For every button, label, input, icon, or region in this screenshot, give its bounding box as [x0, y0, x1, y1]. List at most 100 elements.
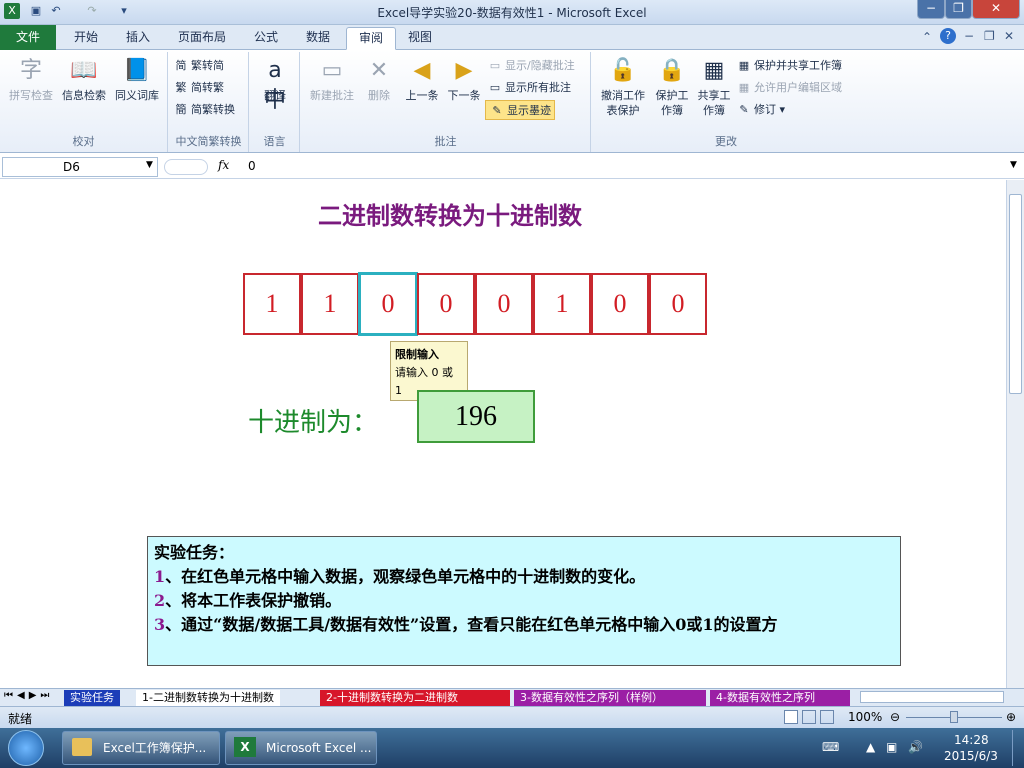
convert-button[interactable]: 簡简繁转换: [173, 100, 236, 120]
translate-button[interactable]: a中 翻译: [254, 56, 296, 113]
name-box[interactable]: D6: [2, 157, 158, 177]
status-bar: 就绪 100% ⊖ ⊕: [0, 706, 1024, 728]
window-title: Excel导学实验20-数据有效性1 - Microsoft Excel: [377, 6, 647, 20]
zoom-level[interactable]: 100%: [848, 710, 882, 724]
tab-data[interactable]: 数据: [294, 27, 342, 50]
delete-comment-button[interactable]: ✕ 删除: [361, 56, 397, 103]
task-item: 2、将本工作表保护撤销。: [154, 591, 342, 610]
sheet-tab[interactable]: 3-数据有效性之序列（样例）: [514, 690, 706, 706]
group-proofing: 字拼写检查 📖 信息检索 📘 同义词库 校对: [0, 52, 168, 152]
tab-home[interactable]: 开始: [62, 27, 110, 50]
doc-restore-icon[interactable]: ❐: [984, 29, 995, 43]
track-changes-icon: ✎: [739, 103, 749, 116]
tooltip-line: 请输入 0 或: [395, 366, 453, 379]
tab-formulas[interactable]: 公式: [242, 27, 290, 50]
task-title: 实验任务：: [154, 543, 235, 562]
minimize-button[interactable]: −: [917, 0, 945, 19]
page-break-view-icon[interactable]: [820, 710, 834, 724]
allow-edit-ranges-button[interactable]: ▦ 允许用户编辑区域: [736, 78, 842, 98]
sheet-tab[interactable]: 2-十进制数转换为二进制数: [320, 690, 510, 706]
previous-comment-icon: ◀: [413, 58, 431, 83]
next-comment-button[interactable]: ▶ 下一条: [443, 56, 485, 103]
zoom-out-icon[interactable]: ⊖: [890, 710, 900, 724]
close-button[interactable]: ✕: [972, 0, 1020, 19]
sheet-tab-active[interactable]: 1-二进制数转换为十进制数: [136, 690, 280, 706]
group-label: 中文简繁转换: [175, 135, 242, 148]
task-item: 3、通过“数据/数据工具/数据有效性”设置，查看只能在红色单元格中输入0或1的设…: [154, 615, 778, 634]
protect-workbook-icon: 🔒: [658, 58, 686, 83]
protect-workbook-button[interactable]: 🔒 保护工作簿: [652, 56, 692, 118]
bit-cell[interactable]: 0: [475, 273, 533, 335]
bit-cell-selected[interactable]: 0: [358, 272, 418, 336]
tooltip-line: 1: [395, 384, 402, 397]
expand-formula-icon[interactable]: ▼: [1010, 160, 1017, 170]
unprotect-sheet-icon: 🔓: [609, 58, 637, 83]
zoom-slider-thumb[interactable]: [950, 711, 958, 723]
restore-button[interactable]: ❐: [945, 0, 972, 19]
new-comment-button[interactable]: ▭ 新建批注: [305, 56, 359, 103]
sheet-tab[interactable]: 实验任务: [64, 690, 120, 706]
ribbon-tabs: 文件 开始 插入 页面布局 公式 数据 审阅 视图 ⌃ ? − ❐ ✕: [0, 25, 1024, 50]
start-button[interactable]: [8, 730, 44, 766]
track-changes-button[interactable]: ✎ 修订 ▾: [736, 100, 785, 120]
doc-close-icon[interactable]: ✕: [1004, 29, 1014, 43]
bit-cell[interactable]: 0: [591, 273, 649, 335]
windows-taskbar: Excel工作簿保护... Microsoft Excel ... X ⌨ ▲ …: [0, 728, 1024, 768]
doc-minimize-icon[interactable]: −: [964, 29, 974, 43]
show-hidden-icons[interactable]: ▲: [866, 740, 875, 754]
previous-comment-button[interactable]: ◀ 上一条: [401, 56, 443, 103]
sheet-tab[interactable]: 4-数据有效性之序列: [710, 690, 850, 706]
bit-cell[interactable]: 1: [301, 273, 359, 335]
network-icon[interactable]: ▣: [886, 740, 897, 754]
horizontal-scrollbar[interactable]: [860, 691, 1004, 703]
group-label: 更改: [715, 135, 737, 148]
protect-share-button[interactable]: ▦ 保护并共享工作簿: [736, 56, 842, 76]
show-desktop-button[interactable]: [1012, 730, 1022, 766]
bit-cell[interactable]: 1: [533, 273, 591, 335]
group-language: a中 翻译 语言: [250, 52, 300, 152]
volume-icon[interactable]: 🔊: [908, 740, 923, 754]
unprotect-sheet-button[interactable]: 🔓 撤消工作表保护: [596, 56, 650, 118]
group-chinese-conversion: 简繁转简 繁简转繁 簡简繁转换 中文简繁转换: [169, 52, 249, 152]
tab-view[interactable]: 视图: [396, 27, 444, 50]
research-icon: 📖: [70, 58, 98, 83]
tab-scroll-icon[interactable]: ⏮◀▶⏭: [4, 690, 53, 701]
show-all-comments-button[interactable]: ▭ 显示所有批注: [487, 78, 571, 98]
sheet-heading: 二进制数转换为十进制数: [318, 201, 582, 230]
allow-edit-icon: ▦: [738, 81, 750, 94]
formula-expand-handle[interactable]: [164, 159, 208, 175]
tab-file[interactable]: 文件: [0, 25, 56, 50]
bit-cell[interactable]: 1: [243, 273, 301, 335]
decimal-result-cell[interactable]: 196: [417, 390, 535, 443]
bit-cell[interactable]: 0: [417, 273, 475, 335]
s2t-button[interactable]: 繁简转繁: [173, 78, 225, 98]
zoom-in-icon[interactable]: ⊕: [1006, 710, 1016, 724]
t2s-button[interactable]: 简繁转简: [173, 56, 225, 76]
clock-date[interactable]: 2015/6/3: [944, 749, 998, 763]
name-box-dropdown-icon[interactable]: ▼: [146, 160, 153, 170]
research-button[interactable]: 📖 信息检索: [58, 56, 110, 103]
thesaurus-button[interactable]: 📘 同义词库: [110, 56, 164, 103]
clock-time[interactable]: 14:28: [954, 733, 989, 747]
formula-input[interactable]: 0: [248, 159, 1004, 177]
group-label: 语言: [263, 135, 286, 148]
keyboard-icon[interactable]: ⌨: [822, 740, 839, 754]
normal-view-icon[interactable]: [784, 710, 798, 724]
tab-review[interactable]: 审阅: [346, 27, 397, 50]
bit-cell[interactable]: 0: [649, 273, 707, 335]
spell-check-button[interactable]: 字拼写检查: [4, 56, 58, 103]
group-changes: 🔓 撤消工作表保护 🔒 保护工作簿 ▦ 共享工作簿 ▦ 保护并共享工作簿 ▦ 允许用户编辑…: [592, 52, 860, 152]
vertical-scrollbar[interactable]: [1006, 180, 1024, 688]
scroll-thumb[interactable]: [1009, 194, 1022, 394]
page-layout-view-icon[interactable]: [802, 710, 816, 724]
insert-function-icon[interactable]: fx: [218, 158, 229, 172]
show-ink-button[interactable]: ✎ 显示墨迹: [485, 100, 555, 120]
minimize-ribbon-icon[interactable]: ⌃: [922, 30, 932, 44]
tab-page-layout[interactable]: 页面布局: [166, 27, 238, 50]
translate-icon: a中: [263, 58, 286, 113]
protect-share-icon: ▦: [738, 59, 750, 72]
show-hide-comment-button[interactable]: ▭ 显示/隐藏批注: [487, 56, 575, 76]
share-workbook-button[interactable]: ▦ 共享工作簿: [694, 56, 734, 118]
help-icon[interactable]: ?: [940, 28, 956, 44]
tab-insert[interactable]: 插入: [114, 27, 162, 50]
